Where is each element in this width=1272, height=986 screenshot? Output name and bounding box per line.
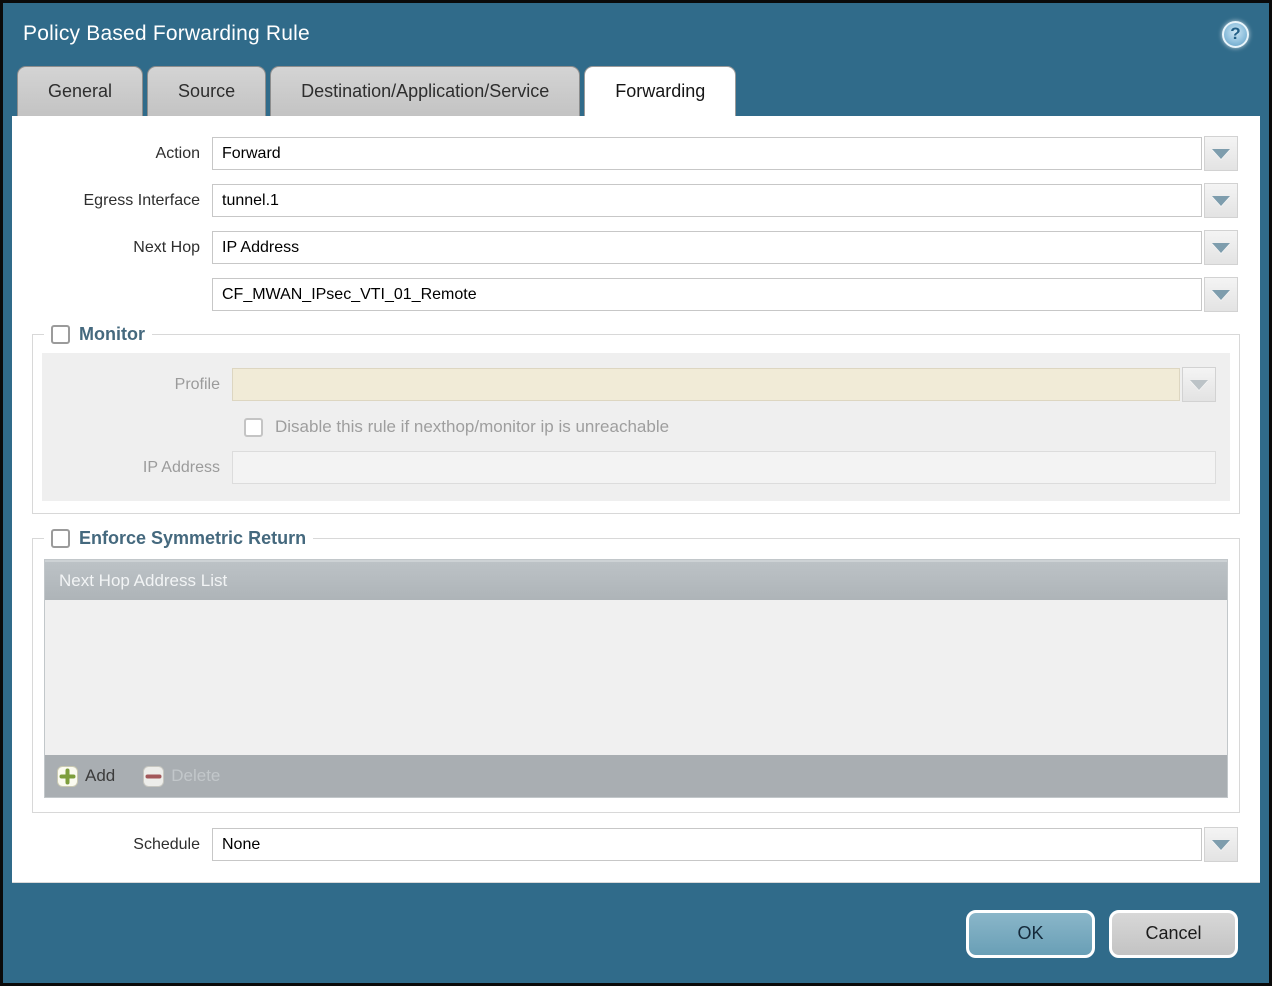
action-value: Forward <box>222 145 281 163</box>
disable-rule-label: Disable this rule if nexthop/monitor ip … <box>275 417 669 437</box>
monitor-legend-label: Monitor <box>79 324 145 345</box>
egress-interface-row: Egress Interface tunnel.1 <box>12 183 1238 218</box>
ok-button[interactable]: OK <box>966 910 1095 958</box>
tab-general[interactable]: General <box>17 66 143 116</box>
forwarding-tab-panel: Action Forward Egress Interface tunnel.1… <box>12 116 1260 883</box>
next-hop-address-row: CF_MWAN_IPsec_VTI_01_Remote <box>12 277 1238 312</box>
enforce-symmetric-return-legend: Enforce Symmetric Return <box>44 528 313 549</box>
delete-button-label: Delete <box>171 766 220 786</box>
enforce-symmetric-return-checkbox[interactable] <box>51 529 70 548</box>
add-button[interactable]: Add <box>57 766 115 787</box>
profile-input <box>232 368 1180 401</box>
delete-icon <box>143 766 164 787</box>
schedule-value: None <box>222 836 260 854</box>
disable-rule-checkbox <box>244 418 263 437</box>
next-hop-dropdown-button[interactable] <box>1204 230 1238 265</box>
chevron-down-icon <box>1212 196 1230 206</box>
profile-label: Profile <box>42 376 232 394</box>
next-hop-address-input[interactable]: CF_MWAN_IPsec_VTI_01_Remote <box>212 278 1202 311</box>
monitor-ip-address-input <box>232 451 1216 484</box>
add-button-label: Add <box>85 766 115 786</box>
action-input[interactable]: Forward <box>212 137 1202 170</box>
dialog-titlebar: Policy Based Forwarding Rule ? <box>3 3 1269 65</box>
dialog-title: Policy Based Forwarding Rule <box>23 22 310 46</box>
egress-interface-value: tunnel.1 <box>222 192 279 210</box>
profile-dropdown-button <box>1182 367 1216 402</box>
next-hop-type-input[interactable]: IP Address <box>212 231 1202 264</box>
add-icon <box>57 766 78 787</box>
chevron-down-icon <box>1212 840 1230 850</box>
schedule-dropdown-button[interactable] <box>1204 827 1238 862</box>
profile-row: Profile <box>42 367 1216 402</box>
next-hop-address-list-toolbar: Add Delete <box>45 755 1227 797</box>
schedule-label: Schedule <box>12 836 212 854</box>
next-hop-type-value: IP Address <box>222 239 299 257</box>
next-hop-address-dropdown-button[interactable] <box>1204 277 1238 312</box>
schedule-input[interactable]: None <box>212 828 1202 861</box>
next-hop-address-list-body <box>45 600 1227 755</box>
help-icon[interactable]: ? <box>1222 21 1249 48</box>
dialog-footer: OK Cancel <box>3 884 1269 983</box>
enforce-symmetric-return-fieldset: Enforce Symmetric Return Next Hop Addres… <box>32 528 1240 813</box>
monitor-ip-address-row: IP Address <box>42 451 1216 484</box>
monitor-fieldset: Monitor Profile Disable this rule if nex… <box>32 324 1240 514</box>
chevron-down-icon <box>1212 149 1230 159</box>
delete-button: Delete <box>143 766 220 787</box>
monitor-ip-address-label: IP Address <box>42 459 232 477</box>
action-label: Action <box>12 145 212 163</box>
chevron-down-icon <box>1190 380 1208 390</box>
disable-rule-row: Disable this rule if nexthop/monitor ip … <box>42 417 1230 437</box>
chevron-down-icon <box>1212 290 1230 300</box>
next-hop-address-list-header-label: Next Hop Address List <box>59 571 227 591</box>
egress-interface-label: Egress Interface <box>12 192 212 210</box>
next-hop-address-list-table: Next Hop Address List Add Delete <box>44 559 1228 798</box>
monitor-checkbox[interactable] <box>51 325 70 344</box>
next-hop-row: Next Hop IP Address <box>12 230 1238 265</box>
egress-interface-input[interactable]: tunnel.1 <box>212 184 1202 217</box>
next-hop-label: Next Hop <box>12 239 212 257</box>
egress-interface-dropdown-button[interactable] <box>1204 183 1238 218</box>
cancel-button[interactable]: Cancel <box>1109 910 1238 958</box>
monitor-legend: Monitor <box>44 324 152 345</box>
tab-destination-application-service[interactable]: Destination/Application/Service <box>270 66 580 116</box>
monitor-panel: Profile Disable this rule if nexthop/mon… <box>42 353 1230 501</box>
enforce-symmetric-return-legend-label: Enforce Symmetric Return <box>79 528 306 549</box>
tab-source[interactable]: Source <box>147 66 266 116</box>
chevron-down-icon <box>1212 243 1230 253</box>
schedule-row: Schedule None <box>12 827 1238 862</box>
action-dropdown-button[interactable] <box>1204 136 1238 171</box>
tab-bar: General Source Destination/Application/S… <box>3 65 1269 116</box>
action-row: Action Forward <box>12 136 1238 171</box>
next-hop-address-value: CF_MWAN_IPsec_VTI_01_Remote <box>222 286 477 304</box>
next-hop-address-list-header: Next Hop Address List <box>45 560 1227 600</box>
tab-forwarding[interactable]: Forwarding <box>584 66 736 116</box>
